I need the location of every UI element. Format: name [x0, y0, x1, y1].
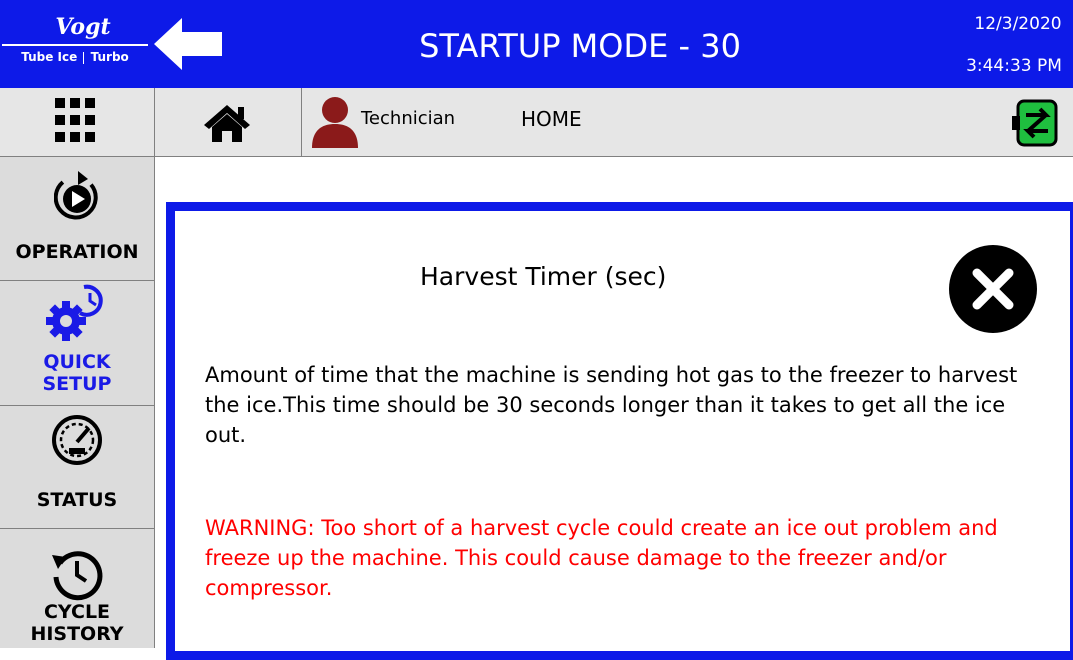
sidebar: OPERATION QUICK SETUP STATUS CYCLE HISTO…	[0, 157, 155, 648]
logo-turbo: Turbo	[90, 50, 129, 64]
sidebar-item-status[interactable]: STATUS	[0, 406, 154, 529]
sidebar-item-cycle-history[interactable]: CYCLE HISTORY	[0, 529, 154, 648]
sidebar-item-label: OPERATION	[15, 241, 139, 263]
history-icon	[52, 551, 103, 601]
current-page-label: HOME	[521, 107, 582, 131]
user-role-label: Technician	[361, 108, 456, 129]
switch-screen-icon[interactable]	[1012, 98, 1062, 148]
time-display: 3:44:33 PM	[966, 56, 1062, 76]
sidebar-item-quick-setup[interactable]: QUICK SETUP	[0, 281, 154, 406]
sidebar-item-label-line1: CYCLE	[43, 601, 111, 623]
home-button[interactable]	[155, 88, 302, 156]
gauge-icon	[52, 415, 102, 465]
sidebar-item-operation[interactable]: OPERATION	[0, 157, 154, 281]
logo-brand-top: Vogt	[55, 14, 111, 40]
dialog-warning: WARNING: Too short of a harvest cycle co…	[205, 516, 998, 600]
logo-tube-ice: Tube Ice	[21, 50, 78, 64]
dialog-description: Amount of time that the machine is sendi…	[205, 363, 1018, 447]
date-display: 12/3/2020	[974, 14, 1062, 34]
back-arrow-icon[interactable]	[152, 16, 224, 72]
sidebar-item-label-line2: HISTORY	[30, 623, 124, 645]
gear-clock-icon	[46, 284, 103, 341]
grid-icon	[55, 98, 95, 142]
menu-grid-button[interactable]	[0, 88, 155, 156]
play-cycle-icon	[54, 171, 98, 220]
page-title: STARTUP MODE - 30	[419, 27, 741, 65]
sidebar-item-label-line2: SETUP	[42, 373, 112, 395]
dialog-title: Harvest Timer (sec)	[420, 262, 667, 291]
vogt-logo: Vogt Tube Ice Turbo	[0, 14, 150, 74]
close-icon[interactable]	[949, 245, 1037, 333]
user-icon[interactable]	[310, 96, 360, 148]
sidebar-item-label: STATUS	[36, 489, 118, 511]
sidebar-item-label-line1: QUICK	[43, 351, 111, 373]
home-icon	[204, 105, 250, 142]
